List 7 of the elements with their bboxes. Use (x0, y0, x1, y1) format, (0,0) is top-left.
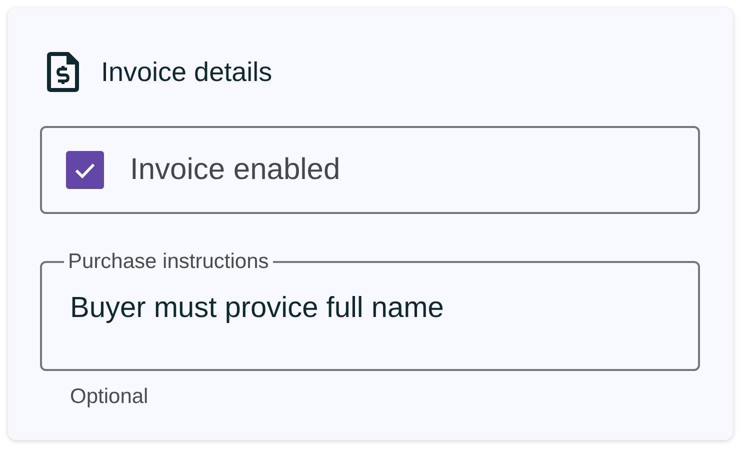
input-field[interactable]: Buyer must provice full name (70, 292, 670, 325)
card-title: Invoice details (101, 56, 272, 88)
helper-text: Optional (70, 385, 150, 409)
field-label: Purchase instructions (67, 250, 270, 274)
checkbox[interactable] (66, 151, 104, 189)
invoice-document-icon (47, 52, 79, 92)
checkbox-row[interactable]: Invoice enabled (40, 126, 700, 214)
